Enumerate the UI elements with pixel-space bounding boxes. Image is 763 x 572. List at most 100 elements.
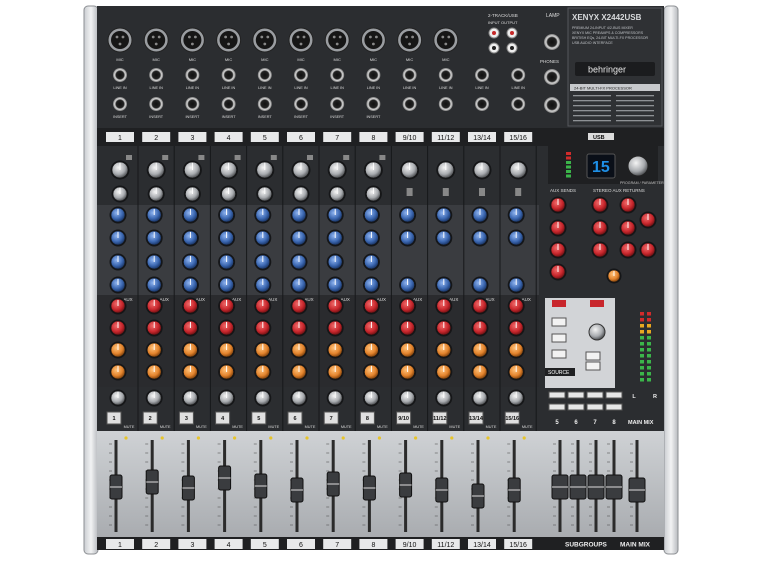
eq-knob-7-3[interactable] (326, 253, 344, 271)
aux-red-knob-2-1[interactable] (145, 297, 163, 315)
eq-knob-1-2[interactable] (109, 229, 127, 247)
aux-orange-knob-7-2[interactable] (326, 363, 344, 381)
aux-red-knob-1-2[interactable] (109, 319, 127, 337)
line-in-jack-8[interactable] (366, 68, 381, 82)
pan-knob-2[interactable] (145, 389, 163, 407)
subgroup-assign-button-2[interactable] (567, 403, 585, 411)
aux-red-knob-5-1[interactable] (254, 297, 272, 315)
eq-knob-2-2[interactable] (145, 229, 163, 247)
gain-knob-8[interactable] (363, 160, 383, 180)
gain-knob-3[interactable] (182, 160, 202, 180)
insert-jack-3[interactable] (185, 97, 200, 111)
subgroup-assign-button-b-4[interactable] (605, 391, 623, 399)
comp-knob-7[interactable] (328, 185, 346, 203)
aux-orange-knob-1-2[interactable] (109, 363, 127, 381)
xlr-input-9[interactable] (397, 27, 423, 53)
gain-knob-2[interactable] (146, 160, 166, 180)
eq-knob-5-1[interactable] (254, 206, 272, 224)
low-cut-button-4[interactable] (234, 155, 241, 160)
eq-knob-10-1[interactable] (435, 206, 453, 224)
eq-knob-1-4[interactable] (109, 276, 127, 294)
gain-knob-6[interactable] (291, 160, 311, 180)
line-in-jack-11[interactable] (475, 68, 489, 82)
aux-send-master-knob-3[interactable] (549, 241, 567, 259)
eq-knob-2-3[interactable] (145, 253, 163, 271)
eq-knob-12-1[interactable] (507, 206, 525, 224)
eq-knob-3-1[interactable] (181, 206, 199, 224)
eq-knob-9-2[interactable] (399, 229, 417, 247)
aux-return-knob-c-1[interactable] (639, 211, 657, 229)
eq-knob-10-4[interactable] (435, 276, 453, 294)
aux-red-knob-12-1[interactable] (507, 297, 525, 315)
comp-knob-3[interactable] (183, 185, 201, 203)
line-in-jack-12[interactable] (511, 68, 526, 82)
subgroup-assign-button-b-3[interactable] (586, 391, 604, 399)
aux-red-knob-5-2[interactable] (254, 319, 272, 337)
eq-knob-6-2[interactable] (290, 229, 308, 247)
line-in-jack-3[interactable] (185, 68, 200, 82)
pan-knob-7[interactable] (326, 389, 344, 407)
xlr-input-8[interactable] (360, 27, 386, 53)
low-cut-button-2[interactable] (162, 155, 169, 160)
low-cut-button-6[interactable] (307, 155, 313, 160)
subgroup-assign-button-4[interactable] (605, 403, 623, 411)
aux-orange-knob-3-2[interactable] (181, 363, 199, 381)
eq-knob-6-1[interactable] (290, 206, 308, 224)
xlr-input-7[interactable] (324, 27, 350, 53)
xlr-input-1[interactable] (107, 27, 133, 53)
aux-orange-knob-6-2[interactable] (290, 363, 308, 381)
aux-red-knob-12-2[interactable] (507, 319, 525, 337)
aux-red-knob-3-2[interactable] (181, 319, 199, 337)
xlr-input-10[interactable] (433, 27, 459, 53)
eq-knob-7-2[interactable] (326, 229, 344, 247)
aux-return-knob-3[interactable] (591, 241, 609, 259)
subgroup-assign-button-3[interactable] (586, 403, 604, 411)
gain-knob-12[interactable] (508, 160, 528, 180)
aux-red-knob-4-2[interactable] (218, 319, 236, 337)
line-switch-9[interactable] (406, 188, 413, 196)
line-in-jack-1[interactable] (113, 68, 127, 82)
insert-jack-2[interactable] (149, 97, 164, 111)
line-in-jack-4[interactable] (221, 68, 236, 82)
low-cut-button-5[interactable] (270, 155, 277, 160)
xlr-input-6[interactable] (288, 27, 314, 53)
aux-red-knob-6-1[interactable] (290, 297, 308, 315)
aux-red-knob-11-2[interactable] (471, 319, 489, 337)
line-in-jack-10[interactable] (438, 68, 453, 82)
aux-send-master-knob-4[interactable] (549, 263, 567, 281)
aux-orange-knob-6-1[interactable] (290, 341, 308, 359)
eq-knob-4-3[interactable] (218, 253, 236, 271)
low-cut-button-8[interactable] (379, 155, 386, 160)
gain-knob-7[interactable] (327, 160, 347, 180)
phones-jack-2[interactable] (544, 97, 560, 113)
eq-knob-4-4[interactable] (218, 276, 236, 294)
eq-knob-12-2[interactable] (507, 229, 525, 247)
aux-orange-knob-8-2[interactable] (362, 363, 380, 381)
line-in-r-jack-9[interactable] (402, 97, 417, 111)
eq-knob-2-4[interactable] (145, 276, 163, 294)
aux-return-knob-b-2[interactable] (619, 219, 637, 237)
eq-knob-11-1[interactable] (471, 206, 489, 224)
aux-return-knob-b-3[interactable] (619, 241, 637, 259)
insert-jack-6[interactable] (294, 97, 308, 111)
aux-orange-knob-2-2[interactable] (145, 363, 163, 381)
aux-orange-knob-4-1[interactable] (218, 341, 236, 359)
xlr-input-5[interactable] (252, 27, 278, 53)
gain-knob-1[interactable] (110, 160, 130, 180)
insert-jack-1[interactable] (113, 97, 127, 111)
eq-knob-4-2[interactable] (218, 229, 236, 247)
line-in-jack-7[interactable] (330, 68, 345, 82)
pan-knob-4[interactable] (218, 389, 236, 407)
line-in-jack-5[interactable] (257, 68, 272, 82)
eq-knob-3-4[interactable] (181, 276, 199, 294)
control-room-button-4[interactable] (585, 351, 601, 361)
aux-orange-knob-12-2[interactable] (507, 363, 525, 381)
line-in-r-jack-11[interactable] (475, 97, 489, 111)
aux-red-knob-10-1[interactable] (435, 297, 453, 315)
low-cut-button-3[interactable] (198, 155, 205, 160)
eq-knob-5-2[interactable] (254, 229, 272, 247)
control-room-button-1[interactable] (551, 317, 567, 327)
aux-orange-knob-9-2[interactable] (399, 363, 417, 381)
insert-jack-8[interactable] (366, 97, 381, 111)
eq-knob-1-3[interactable] (109, 253, 127, 271)
